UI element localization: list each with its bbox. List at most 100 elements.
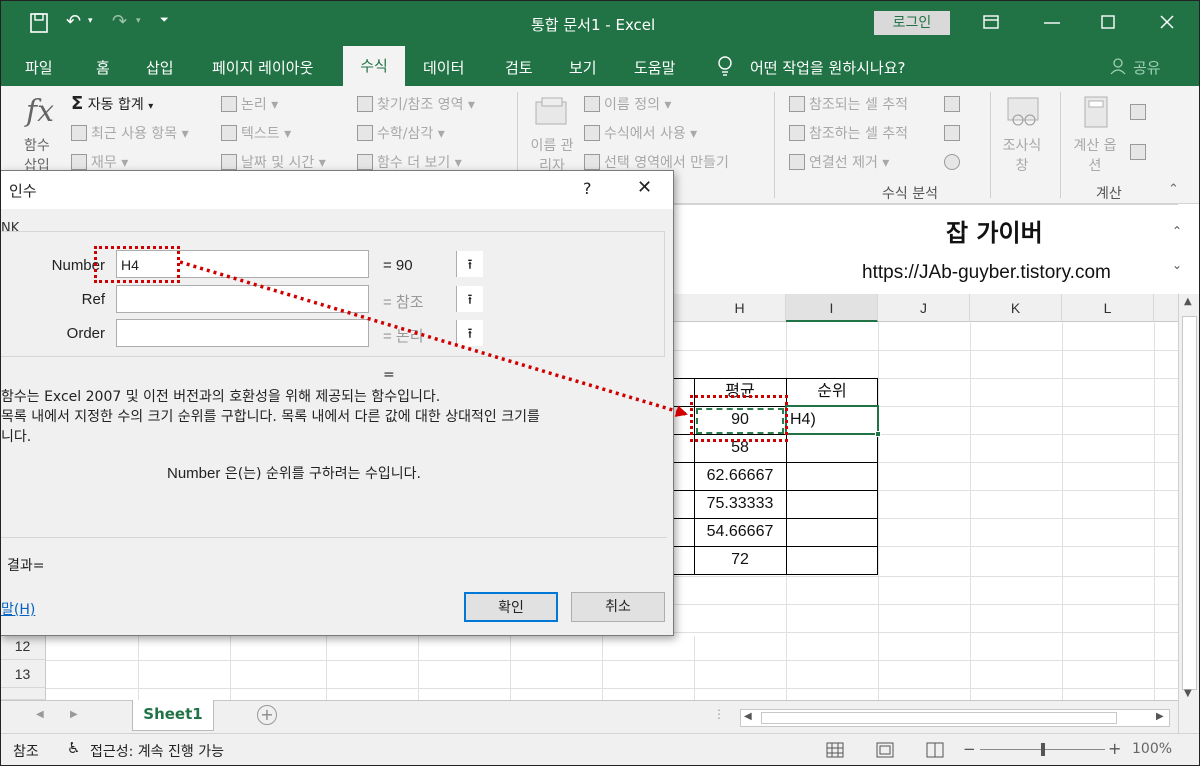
gridline — [46, 660, 1178, 661]
column-header-h[interactable]: H — [694, 294, 786, 322]
zoom-level[interactable]: 100% — [1132, 741, 1172, 757]
define-name-button[interactable]: 이름 정의 ▾ — [584, 94, 671, 114]
column-header-i[interactable]: I — [786, 294, 878, 322]
evaluate-formula-icon[interactable] — [944, 154, 960, 170]
sheet-next-icon[interactable]: ▶ — [70, 709, 78, 720]
cell-h6[interactable]: 62.66667 — [694, 462, 786, 490]
dialog-help-button[interactable]: ? — [583, 179, 592, 198]
horizontal-scroll-thumb[interactable] — [761, 712, 1117, 724]
cell-h8[interactable]: 54.66667 — [694, 518, 786, 546]
cell-h7[interactable]: 75.33333 — [694, 490, 786, 518]
column-header-j[interactable]: J — [878, 294, 970, 322]
watch-window-label[interactable]: 조사식 창 — [998, 136, 1046, 176]
collapse-dialog-icon[interactable]: ⭱ — [456, 320, 483, 346]
scroll-down-icon[interactable]: ▼ — [1184, 688, 1192, 699]
vertical-scroll-thumb[interactable] — [1182, 316, 1197, 690]
dialog-close-button[interactable]: ✕ — [637, 177, 652, 198]
page-break-view-icon[interactable] — [926, 742, 944, 758]
math-button[interactable]: 수학/삼각 ▾ — [357, 123, 445, 143]
tab-insert[interactable]: 삽입 — [146, 57, 174, 78]
show-formulas-icon[interactable] — [944, 96, 960, 112]
collapse-dialog-icon[interactable]: ⭱ — [456, 286, 483, 312]
recent-button[interactable]: 최근 사용 항목 ▾ — [71, 123, 189, 143]
lookup-button[interactable]: 찾기/참조 영역 ▾ — [357, 94, 475, 114]
zoom-in-icon[interactable]: + — [1108, 739, 1121, 758]
ribbon-display-icon[interactable] — [983, 15, 999, 29]
autosum-button[interactable]: Σ 자동 합계 ▾ — [71, 93, 153, 114]
calc-sheet-icon[interactable] — [1130, 144, 1146, 160]
tab-view[interactable]: 보기 — [569, 57, 597, 78]
expand-formula-bar-icon[interactable]: ⌃ — [1172, 224, 1182, 238]
tab-split-handle[interactable]: ⋮ — [713, 707, 725, 721]
fx-icon[interactable]: fx — [26, 94, 54, 129]
cell-i3-header[interactable]: 순위 — [786, 378, 878, 406]
datetime-button[interactable]: 날짜 및 시간 ▾ — [221, 152, 326, 172]
trace-precedents-button[interactable]: 참조되는 셀 추적 — [789, 94, 908, 114]
ok-button[interactable]: 확인 — [464, 592, 558, 622]
tab-file[interactable]: 파일 — [25, 57, 53, 78]
add-sheet-button[interactable]: + — [257, 705, 277, 725]
customize-qat-icon[interactable]: ⏷ — [160, 13, 169, 27]
share-label[interactable]: 공유 — [1133, 57, 1161, 78]
row-header-14[interactable] — [0, 688, 46, 700]
help-link[interactable]: 말(H) — [1, 599, 35, 619]
zoom-out-icon[interactable]: − — [963, 740, 976, 758]
title-bar: ↶ ▾ ↷ ▾ ⏷ 통합 문서1 - Excel 로그인 — [0, 0, 1200, 46]
financial-button[interactable]: 재무 ▾ — [71, 152, 128, 172]
column-header-l[interactable]: L — [1062, 294, 1154, 322]
cell-h9[interactable]: 72 — [694, 546, 786, 574]
ref-field[interactable]: ⭱ — [116, 285, 483, 313]
tab-help[interactable]: 도움말 — [634, 57, 675, 78]
tab-review[interactable]: 검토 — [505, 57, 533, 78]
row-header-12[interactable]: 12 — [0, 632, 46, 660]
horizontal-scrollbar[interactable]: ◀ ▶ — [740, 709, 1170, 727]
redo-icon[interactable]: ↷ — [112, 11, 127, 32]
row-header-13[interactable]: 13 — [0, 660, 46, 688]
column-header-k[interactable]: K — [970, 294, 1062, 322]
undo-dropdown-icon[interactable]: ▾ — [88, 16, 93, 26]
error-check-icon[interactable] — [944, 125, 960, 141]
calculator-icon[interactable] — [1083, 96, 1111, 128]
zoom-slider-thumb[interactable] — [1041, 743, 1045, 756]
more-functions-button[interactable]: 함수 더 보기 ▾ — [357, 152, 462, 172]
normal-view-icon[interactable] — [826, 742, 844, 758]
tab-formulas[interactable]: 수식 — [343, 46, 405, 86]
collapse-formula-bar-icon[interactable]: ⌄ — [1172, 258, 1182, 272]
fill-handle[interactable] — [875, 431, 881, 437]
sheet-prev-icon[interactable]: ◀ — [36, 709, 44, 720]
tab-page-layout[interactable]: 페이지 레이아웃 — [212, 57, 313, 78]
accessibility-icon[interactable]: ♿ — [67, 739, 80, 757]
calc-now-icon[interactable] — [1130, 104, 1146, 120]
close-window-icon[interactable] — [1160, 15, 1174, 29]
calc-options-label[interactable]: 계산 옵션 — [1073, 136, 1117, 176]
redo-dropdown-icon[interactable]: ▾ — [136, 16, 141, 26]
collapse-ribbon-icon[interactable]: ⌃ — [1168, 182, 1179, 197]
page-layout-view-icon[interactable] — [876, 742, 894, 758]
scroll-left-icon[interactable]: ◀ — [744, 711, 752, 722]
trace-dependents-button[interactable]: 참조하는 셀 추적 — [789, 123, 908, 143]
use-in-formula-button[interactable]: 수식에서 사용 ▾ — [584, 123, 697, 143]
sheet-tab-sheet1[interactable]: Sheet1 — [132, 700, 214, 731]
tab-data[interactable]: 데이터 — [423, 57, 464, 78]
create-from-selection-button[interactable]: 선택 영역에서 만들기 — [584, 152, 729, 172]
tab-home[interactable]: 홈 — [96, 57, 110, 78]
vertical-scrollbar[interactable]: ▲ ▼ — [1178, 294, 1200, 733]
watch-window-icon[interactable] — [1006, 96, 1042, 128]
text-button[interactable]: 텍스트 ▾ — [221, 123, 291, 143]
tell-me-input[interactable]: 어떤 작업을 원하시나요? — [750, 57, 906, 78]
collapse-dialog-icon[interactable]: ⭱ — [456, 251, 483, 277]
maximize-icon[interactable] — [1101, 15, 1115, 29]
scroll-right-icon[interactable]: ▶ — [1156, 711, 1164, 722]
login-button[interactable]: 로그인 — [874, 11, 950, 35]
order-field[interactable]: ⭱ — [116, 319, 483, 347]
minimize-icon[interactable] — [1044, 22, 1060, 24]
logical-button[interactable]: 논리 ▾ — [221, 94, 278, 114]
remove-arrows-button[interactable]: 연결선 제거 ▾ — [789, 152, 889, 172]
save-icon[interactable] — [30, 13, 48, 33]
accessibility-status[interactable]: 접근성: 계속 진행 가능 — [90, 741, 224, 761]
share-icon[interactable] — [1110, 57, 1128, 75]
cancel-button[interactable]: 취소 — [571, 592, 665, 622]
undo-icon[interactable]: ↶ — [66, 11, 81, 32]
name-manager-icon[interactable] — [534, 96, 570, 128]
scroll-up-icon[interactable]: ▲ — [1184, 296, 1192, 307]
